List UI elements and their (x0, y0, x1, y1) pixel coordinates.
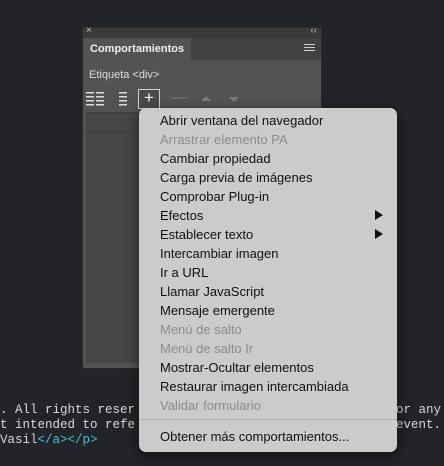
panel-top-bar: × ‹‹ (83, 25, 321, 38)
code-tag: </a></p> (37, 433, 98, 447)
move-up-icon[interactable] (201, 96, 211, 101)
submenu-arrow-icon (375, 210, 383, 220)
plus-icon: + (144, 88, 154, 107)
menu-separator (139, 419, 397, 420)
add-behavior-button[interactable]: + (138, 88, 160, 109)
menu-item[interactable]: Carga previa de imágenes (160, 168, 312, 187)
show-all-events-button[interactable] (115, 90, 135, 108)
list-icon (119, 92, 127, 106)
move-down-icon[interactable] (229, 97, 239, 102)
collapse-icon[interactable]: ‹‹ (310, 25, 317, 36)
menu-item: Menú de salto (160, 322, 242, 337)
menu-item[interactable]: Comprobar Plug-in (160, 187, 269, 206)
behaviors-toolbar: + — (83, 88, 321, 110)
menu-item[interactable]: Ir a URL (160, 263, 208, 282)
menu-item: Menú de salto Ir (160, 341, 254, 356)
menu-item[interactable]: Mensaje emergente (160, 301, 275, 320)
tab-behaviors[interactable]: Comportamientos (83, 38, 192, 60)
menu-item[interactable]: Cambiar propiedad (160, 149, 271, 168)
code-line-right: event. (396, 418, 442, 432)
menu-item: Arrastrar elemento PA (160, 132, 288, 147)
menu-item[interactable]: Mostrar-Ocultar elementos (160, 358, 314, 377)
menu-item[interactable]: Llamar JavaScript (160, 282, 264, 301)
menu-item[interactable]: Restaurar imagen intercambiada (160, 377, 349, 396)
menu-item[interactable]: Intercambiar imagen (160, 244, 279, 263)
code-line: . All rights reser (0, 403, 136, 417)
menu-item[interactable]: Abrir ventana del navegador (160, 111, 323, 130)
code-line-right: or any (396, 403, 442, 417)
menu-item[interactable]: Establecer texto (160, 225, 253, 244)
menu-item: Validar formulario (160, 398, 261, 413)
remove-behavior-button[interactable]: — (171, 90, 191, 108)
list-view-icon (86, 92, 104, 106)
menu-item-get-more-behaviors[interactable]: Obtener más comportamientos... (160, 427, 349, 446)
panel-menu-icon[interactable] (304, 44, 315, 53)
code-line: Vasil</a></p> (0, 433, 98, 449)
add-behavior-menu: Abrir ventana del navegador Arrastrar ele… (139, 108, 397, 452)
panel-tab-bar: Comportamientos (83, 38, 321, 60)
close-icon[interactable]: × (86, 25, 92, 36)
code-line: t intended to refe (0, 418, 136, 432)
code-text: Vasil (0, 433, 38, 447)
menu-item[interactable]: Efectos (160, 206, 203, 225)
submenu-arrow-icon (375, 229, 383, 239)
show-set-events-button[interactable] (86, 90, 106, 108)
tag-label: Etiqueta <div> (89, 69, 160, 81)
